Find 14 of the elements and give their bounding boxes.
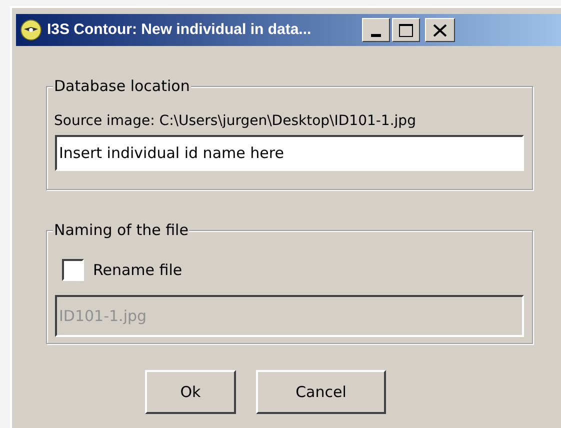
app-logo-icon (20, 19, 42, 41)
dialog-button[interactable]: Ok (145, 370, 236, 414)
minimize-button[interactable] (362, 18, 390, 42)
maximize-button[interactable] (392, 18, 420, 42)
minimize-icon (371, 34, 381, 37)
close-button[interactable] (425, 18, 455, 42)
window-title: I3S Contour: New individual in data... (47, 20, 312, 40)
individual-id-field[interactable]: Insert individual id name here (55, 135, 524, 171)
source-image-label: Source image: C:\Users\jurgen\Desktop\ID101-1.jpg (54, 112, 417, 130)
rename-label: Rename file (93, 260, 182, 281)
close-icon (433, 24, 447, 36)
rename-checkbox[interactable] (62, 259, 84, 282)
dialog-button[interactable]: Cancel (256, 370, 386, 414)
maximize-icon (399, 24, 413, 36)
